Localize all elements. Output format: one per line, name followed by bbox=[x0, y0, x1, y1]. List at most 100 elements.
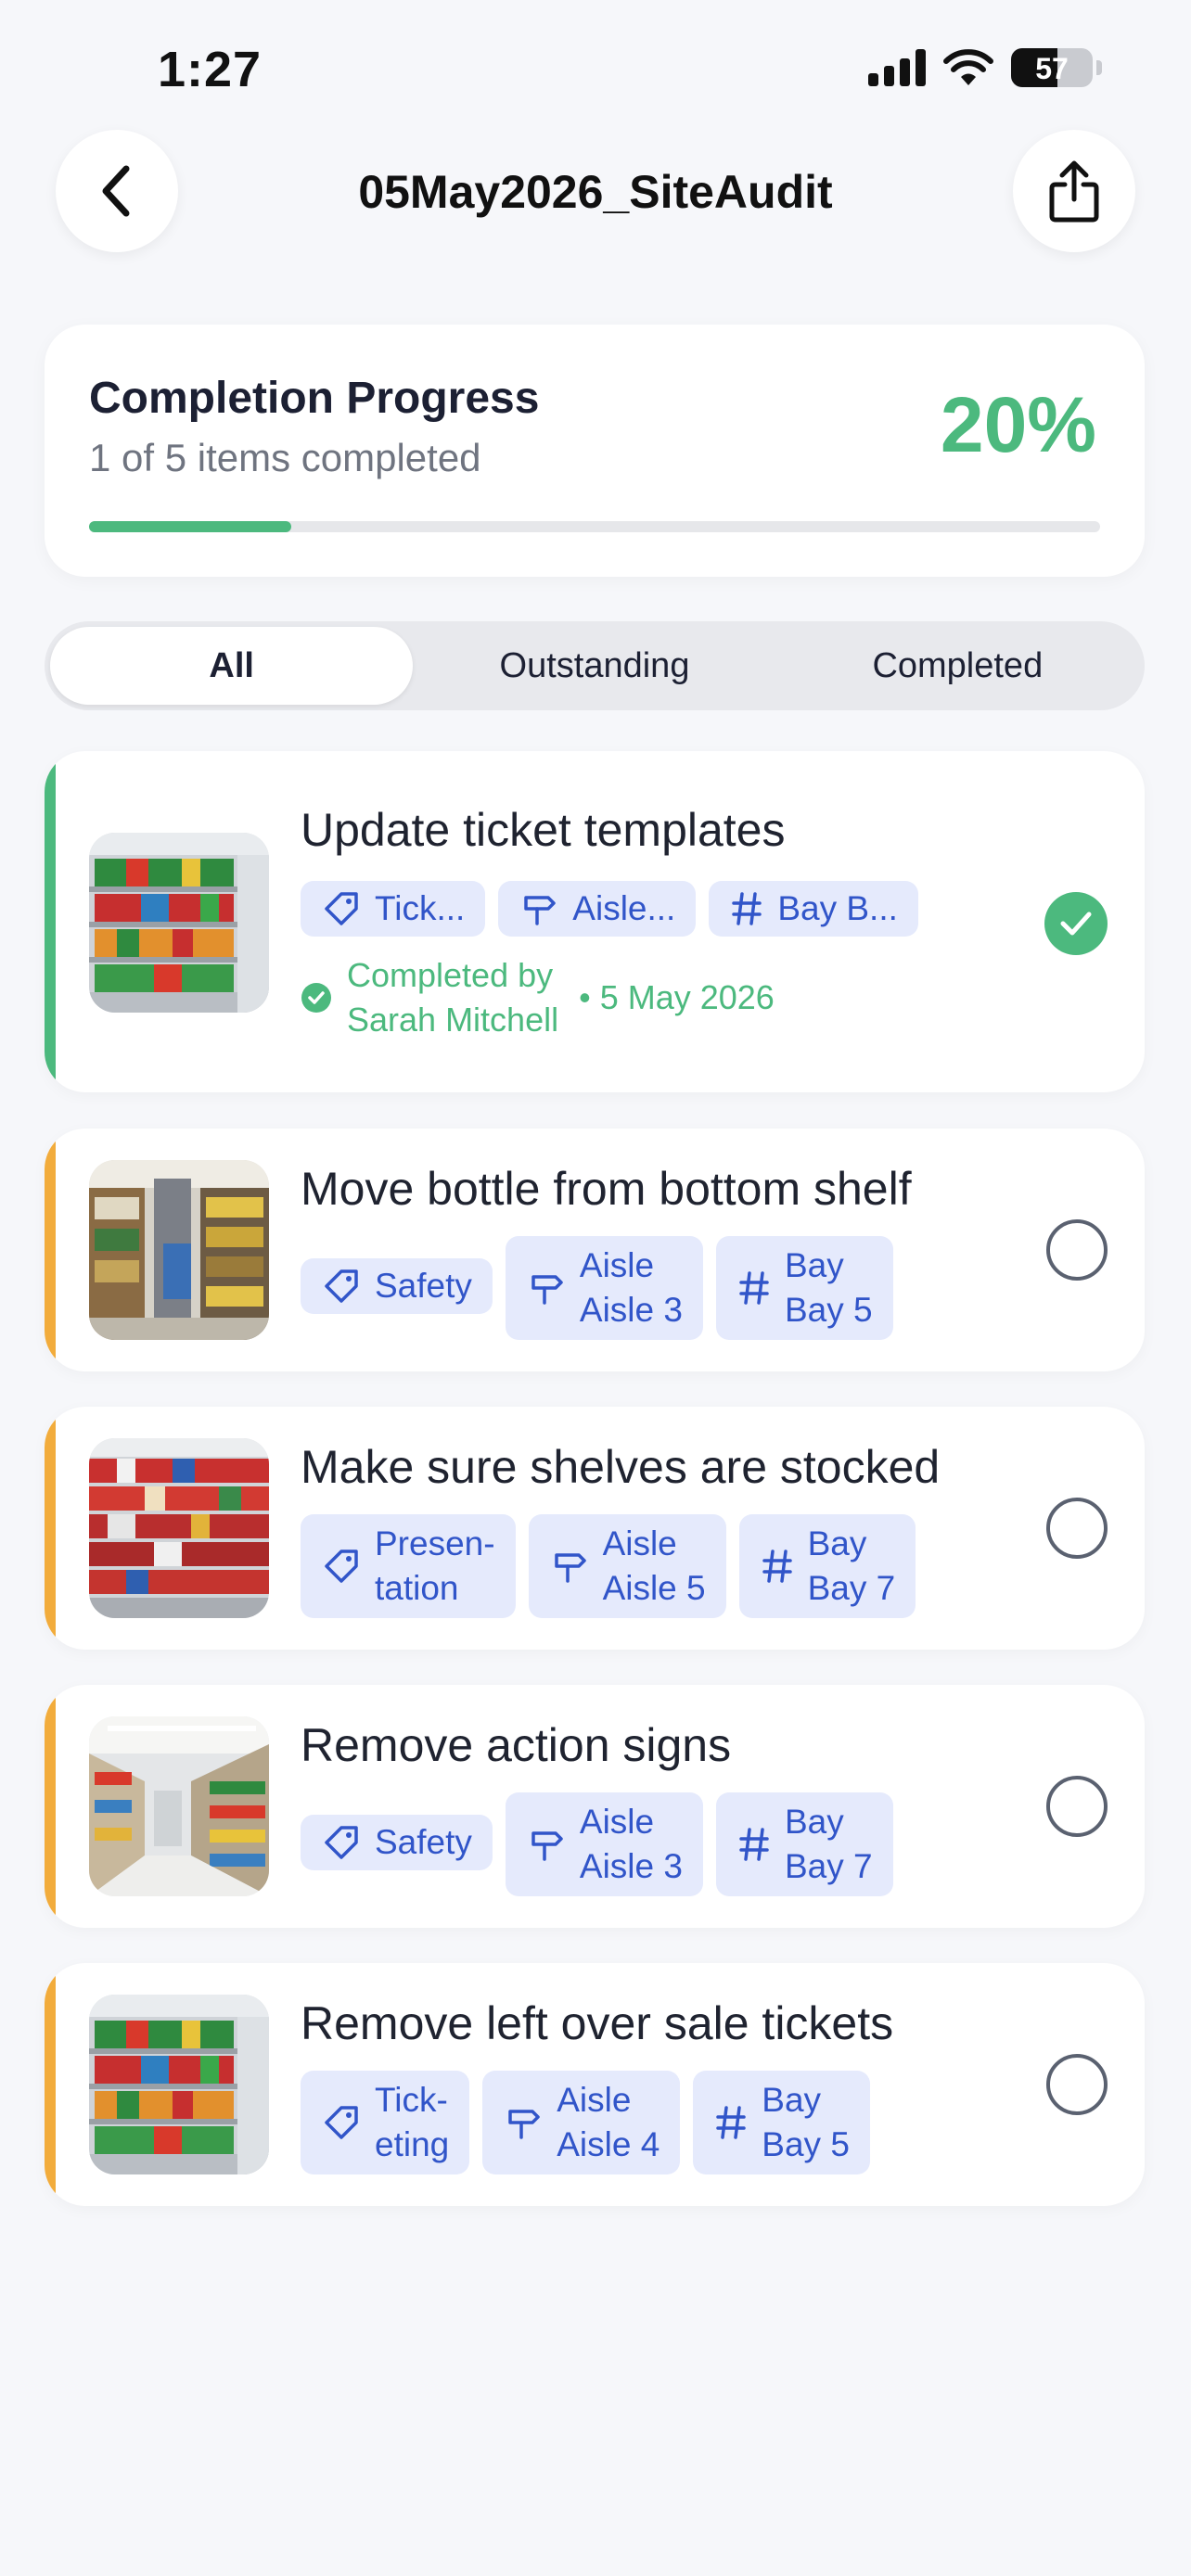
cellular-signal-icon bbox=[868, 49, 926, 86]
bay-tag: Bay B... bbox=[709, 881, 918, 937]
task-title: Remove action signs bbox=[301, 1719, 732, 1771]
check-circle-icon bbox=[301, 983, 331, 1013]
category-tag-text: Presen- tation bbox=[375, 1524, 495, 1607]
status-bar: 1:27 57 bbox=[0, 0, 1191, 139]
hash-icon bbox=[716, 2106, 747, 2139]
progress-bar bbox=[89, 521, 1100, 532]
share-button[interactable] bbox=[1013, 130, 1135, 252]
filter-completed[interactable]: Completed bbox=[776, 627, 1139, 705]
task-checkbox[interactable] bbox=[1046, 1776, 1108, 1837]
bay-tag: Bay Bay 5 bbox=[693, 2071, 870, 2174]
tag-icon bbox=[325, 1826, 358, 1859]
task-card[interactable]: Update ticket templates Tick... Aisle...… bbox=[45, 751, 1145, 1092]
category-tag: Presen- tation bbox=[301, 1514, 516, 1618]
task-checkbox-checked[interactable] bbox=[1044, 892, 1108, 955]
task-card[interactable]: Make sure shelves are stocked Presen- ta… bbox=[45, 1407, 1145, 1650]
completed-by-text: Completed by Sarah Mitchell bbox=[347, 956, 559, 1039]
bay-tag-text: Bay Bay 7 bbox=[784, 1803, 873, 1885]
task-status-accent bbox=[45, 1963, 56, 2206]
progress-subtitle: 1 of 5 items completed bbox=[89, 436, 481, 479]
progress-title: Completion Progress bbox=[89, 374, 540, 423]
task-tags: Tick... Aisle... Bay B... bbox=[301, 881, 918, 937]
aisle-tag: Aisle Aisle 3 bbox=[505, 1792, 703, 1896]
page-title: 05May2026_SiteAudit bbox=[358, 166, 833, 218]
task-tags: Safety Aisle Aisle 3 Bay Bay 5 bbox=[301, 1236, 893, 1340]
tag-icon bbox=[325, 892, 358, 925]
filter-segmented-control: All Outstanding Completed bbox=[45, 621, 1145, 710]
tag-icon bbox=[325, 1269, 358, 1303]
bay-tag-text: Bay Bay 5 bbox=[762, 2081, 850, 2163]
tag-icon bbox=[325, 1549, 358, 1583]
category-tag: Tick- eting bbox=[301, 2071, 470, 2174]
bay-tag-text: Bay B... bbox=[777, 889, 898, 927]
task-thumbnail bbox=[89, 1438, 269, 1618]
aisle-tag-text: Aisle Aisle 3 bbox=[579, 1803, 683, 1885]
aisle-tag: Aisle Aisle 5 bbox=[528, 1514, 726, 1618]
task-card[interactable]: Remove action signs Safety Aisle Aisle 3… bbox=[45, 1685, 1145, 1928]
battery-icon: 57 bbox=[1011, 48, 1093, 87]
aisle-tag: Aisle... bbox=[498, 881, 697, 937]
tag-icon bbox=[325, 2106, 358, 2139]
aisle-tag-text: Aisle... bbox=[572, 889, 676, 927]
category-tag-text: Safety bbox=[375, 1823, 472, 1861]
hash-icon bbox=[739, 1828, 769, 1861]
task-status-accent bbox=[45, 751, 56, 1092]
task-status-accent bbox=[45, 1407, 56, 1650]
task-card[interactable]: Remove left over sale tickets Tick- etin… bbox=[45, 1963, 1145, 2206]
task-title: Move bottle from bottom shelf bbox=[301, 1163, 912, 1215]
task-thumbnail bbox=[89, 833, 269, 1013]
task-tags: Presen- tation Aisle Aisle 5 Bay Bay 7 bbox=[301, 1514, 916, 1618]
filter-all[interactable]: All bbox=[50, 627, 414, 705]
aisle-tag: Aisle Aisle 3 bbox=[505, 1236, 703, 1340]
signpost-icon bbox=[554, 1553, 586, 1583]
signpost-icon bbox=[531, 1275, 563, 1305]
category-tag: Safety bbox=[301, 1258, 493, 1314]
task-title: Make sure shelves are stocked bbox=[301, 1441, 941, 1493]
checkmark-icon bbox=[1060, 912, 1092, 936]
chevron-left-icon bbox=[102, 165, 130, 217]
battery-percent: 57 bbox=[1035, 52, 1069, 85]
task-checkbox[interactable] bbox=[1046, 1219, 1108, 1281]
task-status-accent bbox=[45, 1129, 56, 1371]
aisle-tag-text: Aisle Aisle 5 bbox=[602, 1524, 706, 1607]
progress-percent: 20% bbox=[940, 381, 1096, 468]
task-checkbox[interactable] bbox=[1046, 1498, 1108, 1559]
share-icon bbox=[1049, 160, 1099, 223]
category-tag-text: Tick... bbox=[375, 889, 466, 927]
progress-bar-fill bbox=[89, 521, 291, 532]
bay-tag-text: Bay Bay 7 bbox=[807, 1524, 896, 1607]
bay-tag: Bay Bay 7 bbox=[738, 1514, 916, 1618]
category-tag: Tick... bbox=[301, 881, 486, 937]
signpost-icon bbox=[524, 896, 557, 925]
task-checkbox[interactable] bbox=[1046, 2054, 1108, 2115]
category-tag-text: Safety bbox=[375, 1267, 472, 1305]
status-time: 1:27 bbox=[158, 42, 263, 97]
filter-outstanding[interactable]: Outstanding bbox=[413, 627, 775, 705]
task-thumbnail bbox=[89, 1716, 269, 1896]
task-thumbnail bbox=[89, 1160, 269, 1340]
hash-icon bbox=[732, 892, 762, 925]
category-tag: Safety bbox=[301, 1815, 493, 1870]
signpost-icon bbox=[531, 1831, 563, 1861]
task-status-accent bbox=[45, 1685, 56, 1928]
back-button[interactable] bbox=[56, 130, 178, 252]
aisle-tag-text: Aisle Aisle 3 bbox=[579, 1246, 683, 1329]
completed-info: Completed by Sarah Mitchell • 5 May 2026 bbox=[301, 953, 775, 1042]
task-thumbnail bbox=[89, 1995, 269, 2174]
wifi-icon bbox=[943, 49, 993, 85]
task-tags: Tick- eting Aisle Aisle 4 Bay Bay 5 bbox=[301, 2071, 870, 2174]
completion-progress-card: Completion Progress 1 of 5 items complet… bbox=[45, 325, 1145, 577]
category-tag-text: Tick- eting bbox=[375, 2081, 450, 2163]
task-card[interactable]: Move bottle from bottom shelf Safety Ais… bbox=[45, 1129, 1145, 1371]
task-title: Remove left over sale tickets bbox=[301, 1997, 894, 2049]
hash-icon bbox=[762, 1549, 792, 1583]
status-icons: 57 bbox=[868, 48, 1102, 87]
aisle-tag-text: Aisle Aisle 4 bbox=[557, 2081, 660, 2163]
signpost-icon bbox=[508, 2110, 540, 2139]
task-title: Update ticket templates bbox=[301, 804, 786, 856]
battery-cap bbox=[1096, 60, 1102, 75]
bay-tag: Bay Bay 7 bbox=[715, 1792, 893, 1896]
bay-tag: Bay Bay 5 bbox=[715, 1236, 893, 1340]
aisle-tag: Aisle Aisle 4 bbox=[482, 2071, 681, 2174]
bay-tag-text: Bay Bay 5 bbox=[784, 1246, 873, 1329]
